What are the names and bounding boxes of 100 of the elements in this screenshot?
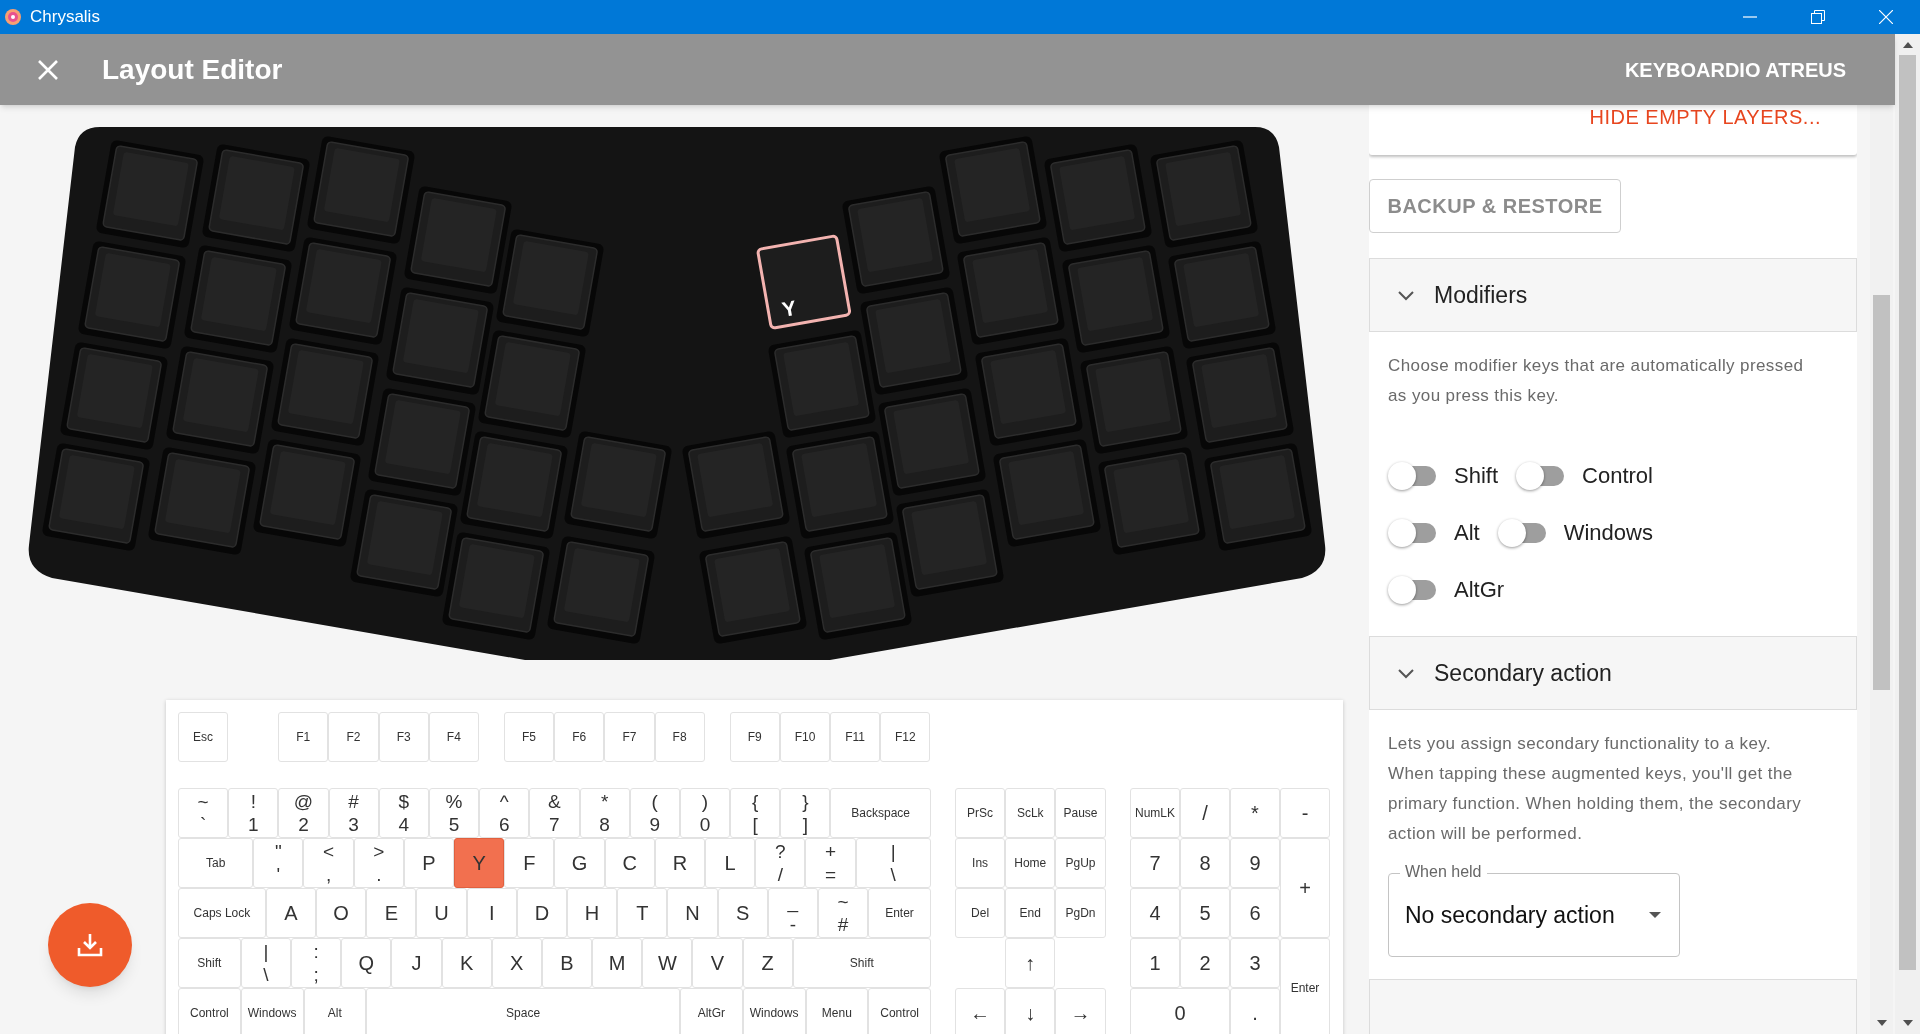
key[interactable]: % 5 bbox=[428, 788, 480, 838]
key[interactable]: F bbox=[504, 838, 555, 888]
key[interactable]: " ' bbox=[253, 838, 304, 888]
key[interactable]: W bbox=[642, 938, 693, 988]
key[interactable]: } ] bbox=[780, 788, 831, 838]
key[interactable]: P bbox=[403, 838, 455, 888]
key[interactable]: Shift bbox=[178, 938, 241, 988]
key[interactable]: Del bbox=[955, 888, 1006, 938]
key[interactable]: Z bbox=[742, 938, 793, 988]
key[interactable]: | \ bbox=[240, 938, 291, 988]
key[interactable]: Alt bbox=[303, 988, 367, 1034]
key[interactable]: → bbox=[1055, 988, 1106, 1034]
key[interactable]: M bbox=[592, 938, 643, 988]
key[interactable]: ↑ bbox=[1004, 938, 1056, 988]
key[interactable]: NumLK bbox=[1130, 788, 1180, 838]
key[interactable]: F2 bbox=[328, 712, 379, 762]
key[interactable]: K bbox=[441, 938, 492, 988]
key[interactable]: Tab bbox=[178, 838, 254, 888]
toggle-switch[interactable] bbox=[1388, 517, 1438, 548]
key[interactable]: . bbox=[1230, 988, 1280, 1034]
key[interactable]: # 3 bbox=[328, 788, 379, 838]
key[interactable]: * 8 bbox=[579, 788, 630, 838]
key[interactable]: 5 bbox=[1180, 888, 1230, 938]
scroll-down-icon[interactable] bbox=[1902, 1020, 1913, 1026]
key[interactable]: G bbox=[554, 838, 605, 888]
key[interactable]: N bbox=[667, 888, 718, 938]
key[interactable]: V bbox=[692, 938, 743, 988]
section-header[interactable]: Secondary action bbox=[1369, 636, 1857, 710]
key[interactable]: F12 bbox=[880, 712, 931, 762]
section-header[interactable]: Modifiers bbox=[1369, 258, 1857, 332]
key[interactable]: R bbox=[654, 838, 705, 888]
key[interactable]: - bbox=[1280, 788, 1330, 838]
key[interactable]: Windows bbox=[742, 988, 806, 1034]
key[interactable]: < , bbox=[303, 838, 354, 888]
key[interactable]: S bbox=[717, 888, 768, 938]
key[interactable]: ^ 6 bbox=[479, 788, 530, 838]
hide-empty-layers-link[interactable]: HIDE EMPTY LAYERS... bbox=[1589, 105, 1821, 129]
scroll-up-icon[interactable] bbox=[1902, 42, 1913, 48]
key[interactable]: + = bbox=[805, 838, 856, 888]
key[interactable]: ← bbox=[955, 988, 1006, 1034]
toggle-switch[interactable] bbox=[1497, 517, 1548, 548]
key[interactable]: 7 bbox=[1130, 838, 1180, 888]
scrollbar-thumb[interactable] bbox=[1873, 295, 1890, 690]
key[interactable]: | \ bbox=[855, 838, 931, 888]
key[interactable]: T bbox=[617, 888, 668, 938]
key[interactable]: Windows bbox=[240, 988, 304, 1034]
key[interactable]: + bbox=[1280, 838, 1330, 938]
key[interactable]: Ins bbox=[955, 838, 1006, 888]
key[interactable]: 3 bbox=[1230, 938, 1280, 988]
key[interactable]: F4 bbox=[428, 712, 479, 762]
key[interactable]: F7 bbox=[604, 712, 655, 762]
scrollbar-thumb[interactable] bbox=[1899, 55, 1916, 970]
key[interactable]: / bbox=[1180, 788, 1230, 838]
key[interactable]: X bbox=[491, 938, 542, 988]
key[interactable]: $ 4 bbox=[378, 788, 429, 838]
scroll-down-icon[interactable] bbox=[1876, 1020, 1887, 1026]
key[interactable]: 2 bbox=[1180, 938, 1230, 988]
key[interactable]: Q bbox=[341, 938, 392, 988]
key[interactable]: F1 bbox=[278, 712, 329, 762]
key[interactable]: Enter bbox=[868, 888, 931, 938]
key[interactable]: PgDn bbox=[1055, 888, 1106, 938]
key[interactable]: ) 0 bbox=[679, 788, 731, 838]
key[interactable]: J bbox=[391, 938, 442, 988]
key[interactable]: ? / bbox=[755, 838, 806, 888]
key[interactable]: F3 bbox=[378, 712, 429, 762]
key[interactable]: F5 bbox=[503, 712, 555, 762]
key[interactable]: ~ ` bbox=[178, 788, 229, 838]
key[interactable]: F9 bbox=[729, 712, 780, 762]
key[interactable]: D bbox=[516, 888, 567, 938]
key[interactable]: H bbox=[566, 888, 618, 938]
key[interactable]: L bbox=[705, 838, 756, 888]
key[interactable]: Space bbox=[366, 988, 680, 1034]
key[interactable]: PrSc bbox=[955, 788, 1006, 838]
key[interactable]: ScLk bbox=[1005, 788, 1056, 838]
key[interactable]: @ 2 bbox=[278, 788, 329, 838]
key[interactable]: F6 bbox=[554, 712, 605, 762]
key[interactable]: F8 bbox=[654, 712, 705, 762]
key[interactable]: 4 bbox=[1130, 888, 1180, 938]
key[interactable]: ↓ bbox=[1005, 988, 1056, 1034]
key[interactable]: ! 1 bbox=[228, 788, 279, 838]
toggle-switch[interactable] bbox=[1388, 574, 1438, 605]
key[interactable]: _ - bbox=[767, 888, 818, 938]
key[interactable]: U bbox=[416, 888, 467, 938]
key[interactable]: Enter bbox=[1280, 938, 1330, 1034]
key[interactable]: I bbox=[466, 888, 517, 938]
key[interactable]: > . bbox=[353, 838, 404, 888]
key[interactable]: Control bbox=[178, 988, 241, 1034]
key[interactable]: Pause bbox=[1055, 788, 1106, 838]
key[interactable]: 8 bbox=[1180, 838, 1230, 888]
key[interactable]: Home bbox=[1005, 838, 1056, 888]
key[interactable]: 0 bbox=[1130, 988, 1230, 1034]
key[interactable]: Menu bbox=[805, 988, 869, 1034]
key[interactable]: E bbox=[366, 888, 417, 938]
key[interactable]: End bbox=[1005, 888, 1056, 938]
key[interactable]: * bbox=[1230, 788, 1280, 838]
key[interactable]: ( 9 bbox=[629, 788, 680, 838]
key[interactable]: Control bbox=[868, 988, 931, 1034]
key[interactable]: Shift bbox=[792, 938, 931, 988]
key[interactable]: ~ # bbox=[817, 888, 869, 938]
key[interactable]: & 7 bbox=[529, 788, 580, 838]
